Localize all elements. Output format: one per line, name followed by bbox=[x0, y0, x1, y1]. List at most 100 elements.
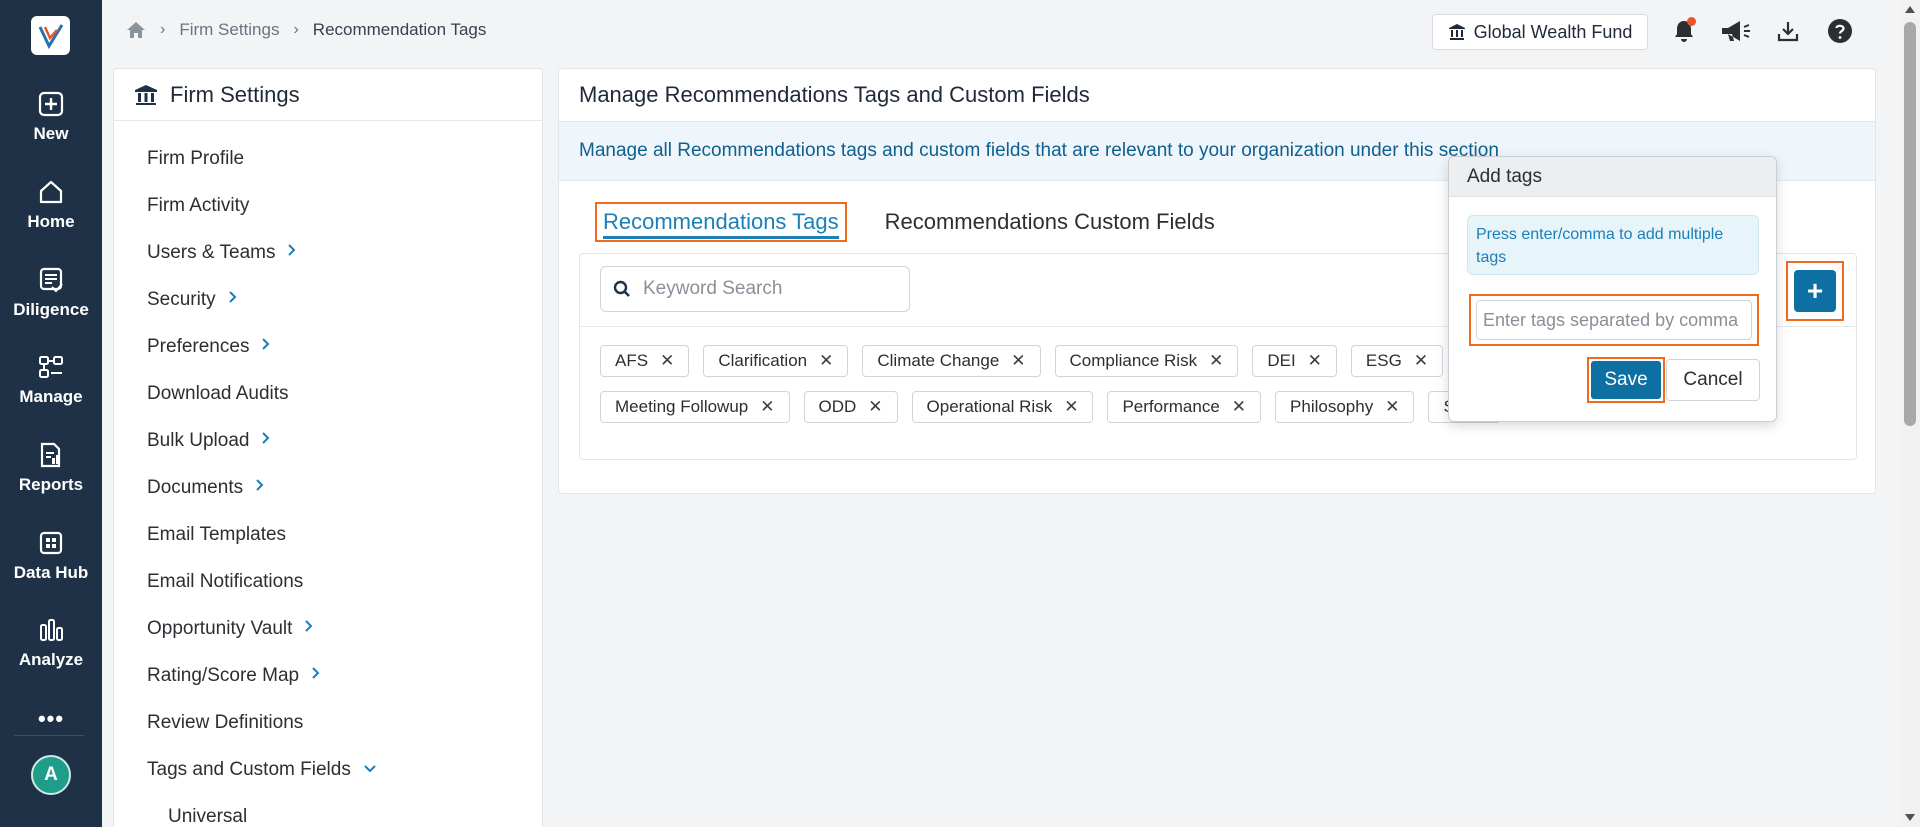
logo-mark-icon bbox=[38, 23, 63, 49]
bank-icon bbox=[135, 84, 157, 105]
save-button[interactable]: Save bbox=[1591, 361, 1661, 399]
remove-tag-icon[interactable]: ✕ bbox=[1209, 351, 1223, 371]
rail-item-reports[interactable]: Reports bbox=[0, 441, 102, 495]
settings-item-users-teams[interactable]: Users & Teams bbox=[114, 229, 542, 276]
rail-item-diligence[interactable]: Diligence bbox=[0, 266, 102, 320]
tag-chip[interactable]: DEI ✕ bbox=[1252, 345, 1337, 377]
settings-item-label: Firm Profile bbox=[147, 147, 245, 169]
settings-item-documents[interactable]: Documents bbox=[114, 464, 542, 511]
remove-tag-icon[interactable]: ✕ bbox=[868, 397, 882, 417]
settings-item-label: Review Definitions bbox=[147, 711, 304, 733]
user-avatar[interactable]: A bbox=[31, 755, 71, 795]
help-button[interactable] bbox=[1826, 17, 1854, 45]
remove-tag-icon[interactable]: ✕ bbox=[760, 397, 774, 417]
settings-item-opportunity-vault[interactable]: Opportunity Vault bbox=[114, 605, 542, 652]
tag-chip-label: Operational Risk bbox=[926, 397, 1053, 416]
megaphone-icon bbox=[1722, 21, 1750, 41]
tag-chip-label: AFS bbox=[615, 351, 649, 370]
settings-item-universal[interactable]: Universal bbox=[114, 793, 542, 827]
settings-item-label: Tags and Custom Fields bbox=[147, 758, 351, 780]
settings-item-download-audits[interactable]: Download Audits bbox=[114, 370, 542, 417]
left-rail: New Home Diligence Manage Reports Data Hub Ana… bbox=[0, 0, 102, 827]
top-bar: › Firm Settings › Recommendation Tags Gl… bbox=[102, 0, 1900, 62]
remove-tag-icon[interactable]: ✕ bbox=[1232, 397, 1246, 417]
settings-item-review-definitions[interactable]: Review Definitions bbox=[114, 699, 542, 746]
scroll-up-icon[interactable] bbox=[1905, 6, 1915, 13]
rail-item-label: Diligence bbox=[13, 300, 89, 319]
add-tags-popover: Add tags Press enter/comma to add multip… bbox=[1448, 156, 1777, 422]
home-icon bbox=[39, 180, 63, 204]
home-icon[interactable] bbox=[126, 21, 146, 39]
download-button[interactable] bbox=[1774, 17, 1802, 45]
tags-input[interactable] bbox=[1476, 300, 1752, 340]
tag-chip[interactable]: Performance ✕ bbox=[1107, 391, 1262, 423]
tag-chip[interactable]: Climate Change ✕ bbox=[862, 345, 1041, 377]
notification-dot bbox=[1687, 17, 1696, 26]
remove-tag-icon[interactable]: ✕ bbox=[1385, 397, 1399, 417]
remove-tag-icon[interactable]: ✕ bbox=[819, 351, 833, 371]
tag-chip[interactable]: Philosophy ✕ bbox=[1275, 391, 1415, 423]
settings-item-tags-and-custom-fields[interactable]: Tags and Custom Fields bbox=[114, 746, 542, 793]
remove-tag-icon[interactable]: ✕ bbox=[1011, 351, 1025, 371]
app-logo[interactable] bbox=[31, 16, 70, 55]
rail-item-analyze[interactable]: Analyze bbox=[0, 616, 102, 670]
settings-item-label: Users & Teams bbox=[147, 241, 276, 263]
help-icon bbox=[1828, 19, 1852, 43]
tag-chip[interactable]: ESG ✕ bbox=[1350, 345, 1444, 377]
settings-menu: Firm Profile Firm Activity Users & Teams Se… bbox=[114, 121, 542, 827]
more-icon[interactable]: ••• bbox=[0, 706, 102, 732]
tag-chip[interactable]: Operational Risk ✕ bbox=[911, 391, 1094, 423]
fund-selector[interactable]: Global Wealth Fund bbox=[1432, 14, 1648, 50]
tag-chip-label: Clarification bbox=[718, 351, 808, 370]
add-tag-button[interactable]: + bbox=[1794, 270, 1836, 312]
page-scrollbar[interactable] bbox=[1900, 0, 1920, 827]
breadcrumb-firm-settings[interactable]: Firm Settings bbox=[179, 20, 279, 40]
announcements-button[interactable] bbox=[1719, 17, 1753, 45]
chevron-right-icon bbox=[311, 666, 321, 685]
rail-item-home[interactable]: Home bbox=[0, 178, 102, 232]
tab-recommendations-tags[interactable]: Recommendations Tags bbox=[595, 202, 847, 242]
notifications-button[interactable] bbox=[1670, 17, 1698, 45]
settings-item-preferences[interactable]: Preferences bbox=[114, 323, 542, 370]
plus-square-icon bbox=[38, 91, 64, 117]
search-input[interactable] bbox=[643, 278, 883, 300]
fund-name: Global Wealth Fund bbox=[1473, 21, 1633, 42]
tab-label: Recommendations Tags bbox=[603, 209, 839, 239]
tag-chip[interactable]: Meeting Followup ✕ bbox=[600, 391, 790, 423]
tag-chip[interactable]: Clarification ✕ bbox=[703, 345, 849, 377]
chevron-right-icon bbox=[287, 243, 297, 262]
rail-item-manage[interactable]: Manage bbox=[0, 353, 102, 407]
settings-item-label: Firm Activity bbox=[147, 194, 250, 216]
cancel-button[interactable]: Cancel bbox=[1666, 359, 1760, 401]
settings-item-email-templates[interactable]: Email Templates bbox=[114, 511, 542, 558]
settings-item-email-notifications[interactable]: Email Notifications bbox=[114, 558, 542, 605]
tag-chip[interactable]: AFS ✕ bbox=[600, 345, 690, 377]
tab-recommendations-custom-fields[interactable]: Recommendations Custom Fields bbox=[881, 203, 1219, 241]
rail-item-data-hub[interactable]: Data Hub bbox=[0, 529, 102, 583]
rail-item-new[interactable]: New bbox=[0, 90, 102, 144]
search-icon bbox=[613, 280, 630, 297]
chevron-down-icon bbox=[363, 761, 377, 779]
remove-tag-icon[interactable]: ✕ bbox=[1308, 351, 1322, 371]
scroll-down-icon[interactable] bbox=[1905, 814, 1915, 821]
rail-item-label: New bbox=[33, 124, 69, 143]
scroll-thumb[interactable] bbox=[1904, 22, 1916, 426]
tag-chip[interactable]: ODD ✕ bbox=[803, 391, 898, 423]
tag-chip-label: ESG bbox=[1365, 351, 1402, 370]
settings-item-firm-activity[interactable]: Firm Activity bbox=[114, 182, 542, 229]
rail-item-label: Home bbox=[27, 212, 75, 231]
settings-item-firm-profile[interactable]: Firm Profile bbox=[114, 135, 542, 182]
tag-chip[interactable]: Compliance Risk ✕ bbox=[1054, 345, 1239, 377]
remove-tag-icon[interactable]: ✕ bbox=[660, 351, 674, 371]
settings-item-security[interactable]: Security bbox=[114, 276, 542, 323]
settings-item-rating-score-map[interactable]: Rating/Score Map bbox=[114, 652, 542, 699]
remove-tag-icon[interactable]: ✕ bbox=[1064, 397, 1078, 417]
settings-item-bulk-upload[interactable]: Bulk Upload bbox=[114, 417, 542, 464]
chevron-right-icon bbox=[255, 478, 265, 497]
breadcrumb: › Firm Settings › Recommendation Tags bbox=[126, 20, 486, 40]
settings-item-label: Download Audits bbox=[147, 382, 289, 404]
tag-chip-label: ODD bbox=[818, 397, 857, 416]
remove-tag-icon[interactable]: ✕ bbox=[1414, 351, 1428, 371]
rail-item-label: Analyze bbox=[18, 650, 84, 669]
breadcrumb-current: Recommendation Tags bbox=[312, 20, 487, 39]
